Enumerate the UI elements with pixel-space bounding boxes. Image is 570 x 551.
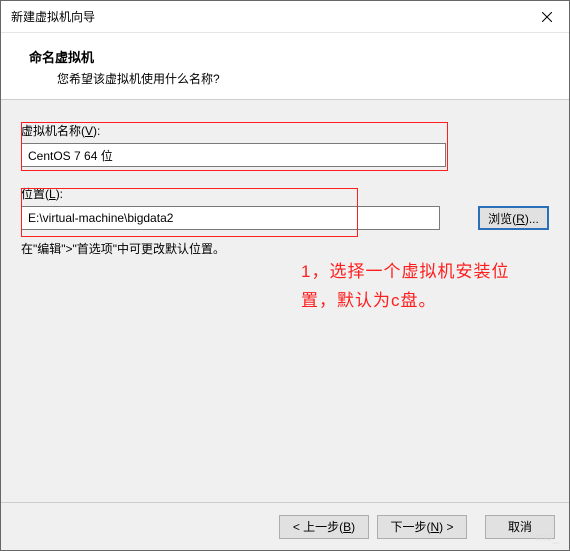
titlebar: 新建虚拟机向导 (1, 1, 569, 33)
wizard-content: 虚拟机名称(V): 位置(L): 浏览(R)... 在"编辑">"首选项"中可更… (1, 100, 569, 502)
wizard-header: 命名虚拟机 您希望该虚拟机使用什么名称? (1, 33, 569, 100)
window-title: 新建虚拟机向导 (11, 8, 95, 25)
location-hint: 在"编辑">"首选项"中可更改默认位置。 (21, 240, 549, 257)
vm-name-input[interactable] (21, 143, 446, 167)
page-subtitle: 您希望该虚拟机使用什么名称? (57, 70, 549, 87)
location-input[interactable] (21, 206, 440, 230)
vm-name-group: 虚拟机名称(V): (21, 122, 549, 167)
close-icon (542, 12, 552, 22)
location-group: 位置(L): 浏览(R)... (21, 185, 549, 230)
location-label: 位置(L): (21, 185, 549, 202)
next-button[interactable]: 下一步(N) > (377, 515, 467, 539)
close-button[interactable] (524, 1, 569, 33)
wizard-footer: < 上一步(B) 下一步(N) > 取消 (1, 502, 569, 550)
page-title: 命名虚拟机 (29, 47, 549, 66)
annotation-text: 1，选择一个虚拟机安装位置，默认为c盘。 (301, 258, 541, 316)
browse-button[interactable]: 浏览(R)... (478, 206, 549, 230)
back-button[interactable]: < 上一步(B) (279, 515, 369, 539)
cancel-button[interactable]: 取消 (485, 515, 555, 539)
vm-name-label: 虚拟机名称(V): (21, 122, 549, 139)
wizard-window: 新建虚拟机向导 命名虚拟机 您希望该虚拟机使用什么名称? 虚拟机名称(V): 位… (0, 0, 570, 551)
